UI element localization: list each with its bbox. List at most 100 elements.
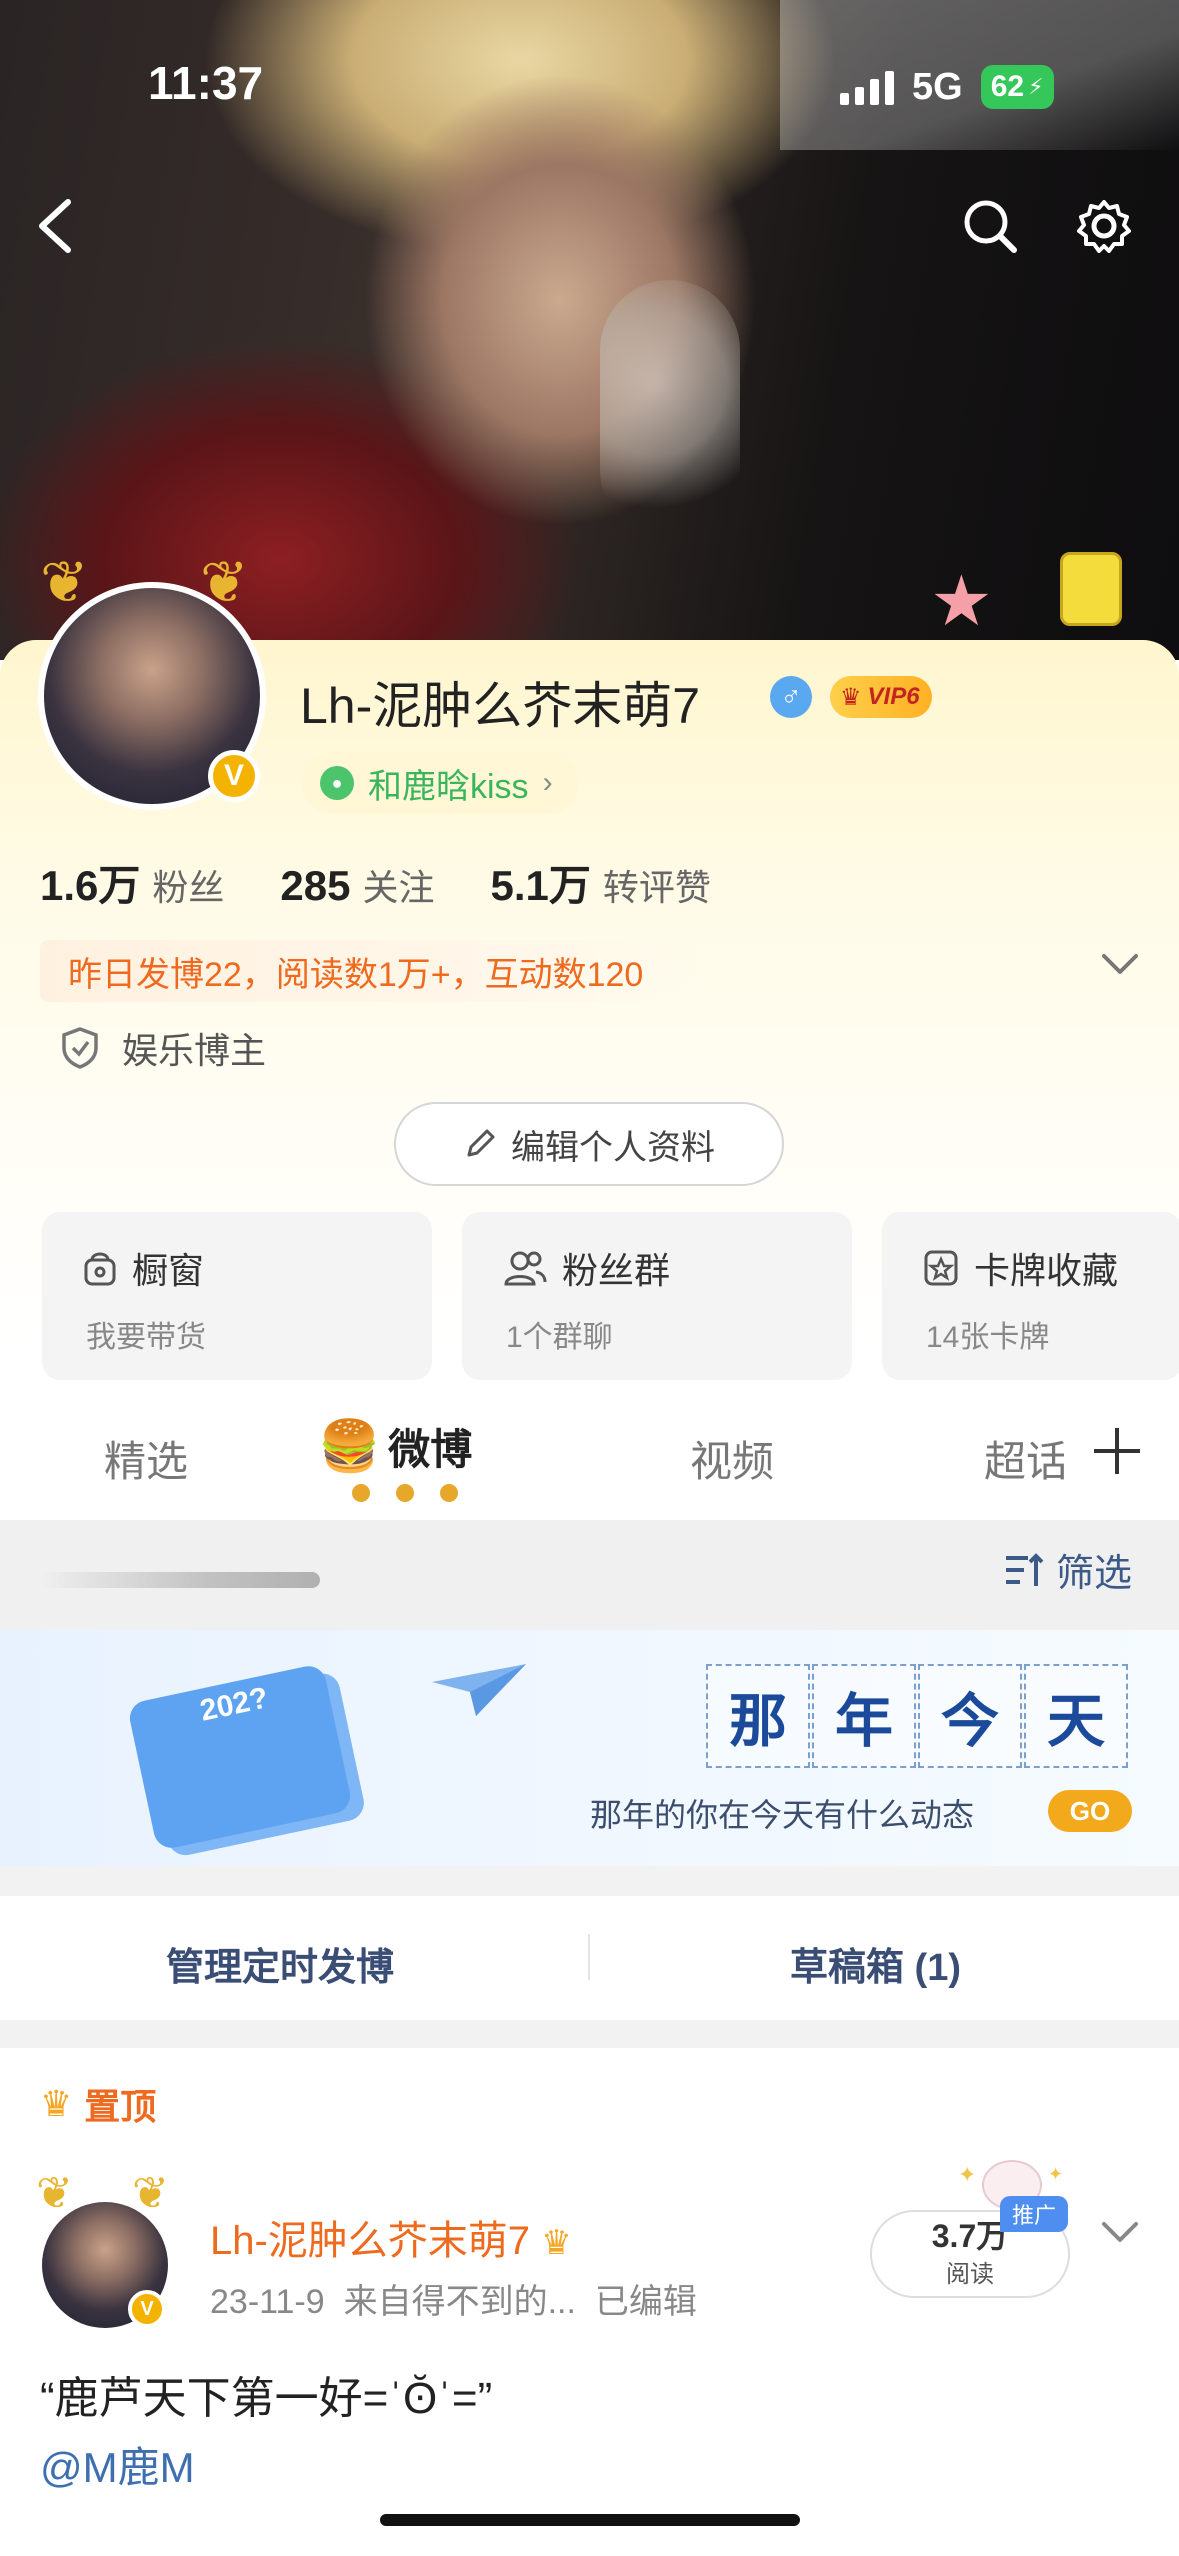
- group-icon: [504, 1251, 547, 1286]
- card-star-icon: [924, 1250, 958, 1286]
- stat-label: 粉丝: [152, 867, 225, 908]
- pinned-text: 置顶: [84, 2086, 157, 2127]
- filter-label: 筛选: [1056, 1553, 1133, 1595]
- shield-icon: [62, 1027, 98, 1069]
- promote-badge[interactable]: 推广: [1000, 2196, 1069, 2232]
- expand-button[interactable]: [1100, 952, 1140, 983]
- stat-value: 5.1万: [490, 862, 591, 909]
- profile-stats: 1.6万 粉丝 285 关注 5.1万 转评赞: [40, 852, 711, 913]
- post-meta: 23-11-9 来自得不到的... 已编辑: [210, 2274, 697, 2323]
- pinned-label: ♛ 置顶: [40, 2078, 156, 2130]
- tab-featured[interactable]: 精选: [104, 1428, 188, 1489]
- chevron-down-icon: [1102, 2222, 1138, 2242]
- banner-title-char: 年: [812, 1664, 916, 1768]
- tab-video[interactable]: 视频: [690, 1428, 774, 1489]
- banner-title-char: 今: [918, 1664, 1022, 1768]
- card-card-collection[interactable]: 卡牌收藏 14张卡牌: [882, 1212, 1179, 1380]
- post-source[interactable]: 来自得不到的...: [344, 2283, 576, 2321]
- chevron-down-icon: [1102, 954, 1138, 974]
- filter-sort-icon: [1006, 1552, 1044, 1586]
- tab-weibo-label: 微博: [388, 1426, 473, 1473]
- search-icon: [964, 200, 1017, 253]
- crown-icon: ♛: [840, 683, 862, 711]
- stat-value: 285: [280, 862, 351, 909]
- go-button[interactable]: GO: [1048, 1790, 1132, 1832]
- search-button[interactable]: [950, 186, 1030, 266]
- scheduled-posts-button[interactable]: 管理定时发博: [166, 1936, 394, 1991]
- edit-profile-button[interactable]: 编辑个人资料: [394, 1102, 784, 1186]
- drafts-button[interactable]: 草稿箱 (1): [790, 1936, 961, 1991]
- post-mention-link[interactable]: @M鹿M: [40, 2434, 195, 2495]
- chevron-right-icon: ›: [542, 766, 553, 799]
- post-author[interactable]: Lh-泥肿么芥末萌7 ♛: [210, 2208, 572, 2266]
- home-indicator[interactable]: [380, 2514, 800, 2526]
- card-title: 卡牌收藏: [974, 1250, 1119, 1291]
- creator-label[interactable]: 娱乐博主: [60, 1022, 266, 1074]
- vip-label: VIP6: [867, 683, 920, 710]
- stat-interactions[interactable]: 5.1万 转评赞: [491, 852, 711, 913]
- shop-bag-icon: [84, 1252, 116, 1286]
- vip-badge[interactable]: ♛ VIP6: [830, 676, 932, 718]
- section-divider: [0, 1866, 1179, 1896]
- status-indicators: 5G 62 ⚡: [840, 62, 1054, 112]
- section-divider: [0, 2020, 1179, 2048]
- banner-title-char: 天: [1024, 1664, 1128, 1768]
- post-menu-button[interactable]: [1100, 2220, 1140, 2251]
- tab-weibo[interactable]: 🍔 微博: [318, 1416, 472, 1477]
- card-title: 粉丝群: [562, 1250, 671, 1291]
- post-text: “鹿芦天下第一好=ˈʘ̆ˈ=”: [40, 2374, 493, 2423]
- gear-icon: [1077, 200, 1131, 253]
- post-edited: 已编辑: [594, 2283, 697, 2321]
- starfish-sticker-icon: ★: [930, 562, 993, 640]
- card-subtitle: 14张卡牌: [926, 1321, 1050, 1354]
- creator-category: 娱乐博主: [122, 1030, 267, 1071]
- stat-followers[interactable]: 1.6万 粉丝: [40, 852, 224, 913]
- add-tab-button[interactable]: [1090, 1424, 1144, 1483]
- status-time: 11:37: [148, 57, 264, 109]
- antler-decoration-icon: ❦: [36, 2169, 73, 2218]
- verified-badge-icon: V: [128, 2290, 166, 2328]
- post-author-name: Lh-泥肿么芥末萌7: [210, 2219, 531, 2263]
- divider: [588, 1934, 590, 1980]
- card-subtitle: 我要带货: [86, 1321, 206, 1354]
- plus-icon: [1094, 1428, 1140, 1474]
- card-subtitle: 1个群聊: [506, 1321, 613, 1354]
- tab-super-topic-label: 超话: [984, 1438, 1064, 1485]
- network-type: 5G: [912, 65, 963, 108]
- stat-following[interactable]: 285 关注: [280, 859, 434, 911]
- tab-super-topic[interactable]: 超话: [984, 1428, 1064, 1489]
- chat-bubble-icon: ●: [320, 766, 354, 800]
- filter-button[interactable]: 筛选: [1002, 1542, 1132, 1597]
- banner-title-char: 那: [706, 1664, 810, 1768]
- back-button[interactable]: [16, 186, 96, 266]
- views-label: 阅读: [946, 2261, 994, 2289]
- fan-tag-link[interactable]: ● 和鹿晗kiss ›: [302, 752, 579, 814]
- stat-value: 1.6万: [40, 862, 141, 909]
- back-arrow-icon: [39, 199, 71, 253]
- paper-plane-icon: [432, 1664, 526, 1716]
- stat-label: 转评赞: [602, 867, 711, 908]
- verified-badge-icon: V: [208, 750, 260, 802]
- battery-icon: 62 ⚡: [980, 65, 1054, 109]
- signal-icon: [840, 69, 894, 105]
- banner-subtitle: 那年的你在今天有什么动态: [590, 1796, 975, 1834]
- battery-level: 62: [990, 70, 1025, 103]
- sponge-sticker-icon: [1060, 552, 1122, 626]
- edit-profile-label: 编辑个人资料: [511, 1128, 715, 1167]
- card-fan-group[interactable]: 粉丝群 1个群聊: [462, 1212, 852, 1380]
- crown-icon: ♛: [40, 2083, 73, 2124]
- blurred-bar: [40, 1572, 320, 1588]
- pencil-icon: [467, 1129, 495, 1157]
- settings-button[interactable]: [1064, 186, 1144, 266]
- profile-name: Lh-泥肿么芥末萌7: [300, 678, 701, 734]
- stat-label: 关注: [362, 867, 435, 908]
- yesterday-summary[interactable]: 昨日发博22，阅读数1万+，互动数120: [40, 940, 700, 1002]
- card-shop-window[interactable]: 橱窗 我要带货: [42, 1212, 432, 1380]
- male-gender-icon: ♂: [770, 676, 812, 718]
- crown-icon: ♛: [541, 2224, 572, 2262]
- views-count: 3.7万: [931, 2217, 1009, 2254]
- post-date: 23-11-9: [210, 2283, 325, 2321]
- burger-icon: 🍔: [318, 1418, 381, 1474]
- cover-highlight: [600, 280, 740, 540]
- fan-tag-label: 和鹿晗kiss: [368, 767, 529, 806]
